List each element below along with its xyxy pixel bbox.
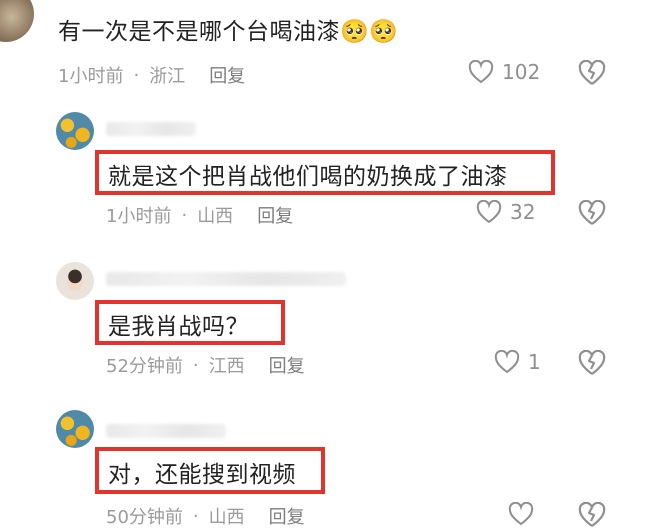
username-blurred[interactable]: [106, 424, 226, 438]
comment-body: 有一次是不是哪个台喝油漆: [58, 19, 340, 45]
avatar[interactable]: [56, 262, 94, 300]
heart-outline-icon: [494, 350, 520, 374]
avatar[interactable]: [56, 112, 94, 150]
like-count: 32: [510, 200, 536, 224]
heart-outline-icon: [468, 60, 494, 84]
pleading-face-emoji: 🥺🥺: [340, 19, 399, 45]
reply-button[interactable]: 回复: [209, 62, 245, 88]
like-button[interactable]: [508, 502, 542, 526]
comment-time: 52分钟前: [106, 356, 183, 377]
reply-button[interactable]: 回复: [257, 202, 293, 228]
username-blurred[interactable]: [106, 272, 346, 286]
comment-time: 1小时前: [106, 206, 172, 227]
reply-button[interactable]: 回复: [269, 352, 305, 378]
comment-meta: 50分钟前 · 山西 回复: [106, 503, 305, 529]
avatar[interactable]: [56, 410, 94, 448]
comment-text: 就是这个把肖战他们喝的奶换成了油漆: [108, 164, 508, 190]
like-button[interactable]: 32: [476, 200, 535, 224]
like-count: 102: [502, 60, 541, 84]
broken-heart-icon: [578, 349, 606, 375]
comment-text: 有一次是不是哪个台喝油漆🥺🥺: [58, 12, 398, 46]
heart-outline-icon: [476, 200, 502, 224]
separator: ·: [192, 354, 199, 376]
dislike-button[interactable]: [578, 199, 606, 230]
like-button[interactable]: 1: [494, 350, 541, 374]
comment-location: 浙江: [149, 66, 186, 87]
comment-time: 1小时前: [58, 66, 124, 87]
comment-meta: 1小时前 · 浙江 回复: [58, 62, 245, 88]
broken-heart-icon: [578, 501, 606, 527]
comment-location: 山西: [208, 507, 245, 528]
reply-button[interactable]: 回复: [269, 503, 305, 529]
heart-outline-icon: [508, 502, 534, 526]
like-count: 1: [528, 350, 541, 374]
separator: ·: [181, 204, 188, 226]
broken-heart-icon: [578, 199, 606, 225]
comment-meta: 52分钟前 · 江西 回复: [106, 352, 305, 378]
separator: ·: [192, 505, 199, 527]
comment-location: 江西: [208, 356, 245, 377]
comment-location: 山西: [197, 206, 234, 227]
broken-heart-icon: [578, 59, 606, 85]
comment-text: 对，还能搜到视频: [108, 462, 296, 488]
like-button[interactable]: 102: [468, 60, 540, 84]
avatar[interactable]: [0, 0, 34, 42]
dislike-button[interactable]: [578, 349, 606, 380]
comment-time: 50分钟前: [106, 507, 183, 528]
dislike-button[interactable]: [578, 59, 606, 90]
username-blurred[interactable]: [106, 122, 196, 136]
comment-text: 是我肖战吗？: [108, 314, 249, 340]
separator: ·: [133, 64, 140, 86]
comment-meta: 1小时前 · 山西 回复: [106, 202, 293, 228]
